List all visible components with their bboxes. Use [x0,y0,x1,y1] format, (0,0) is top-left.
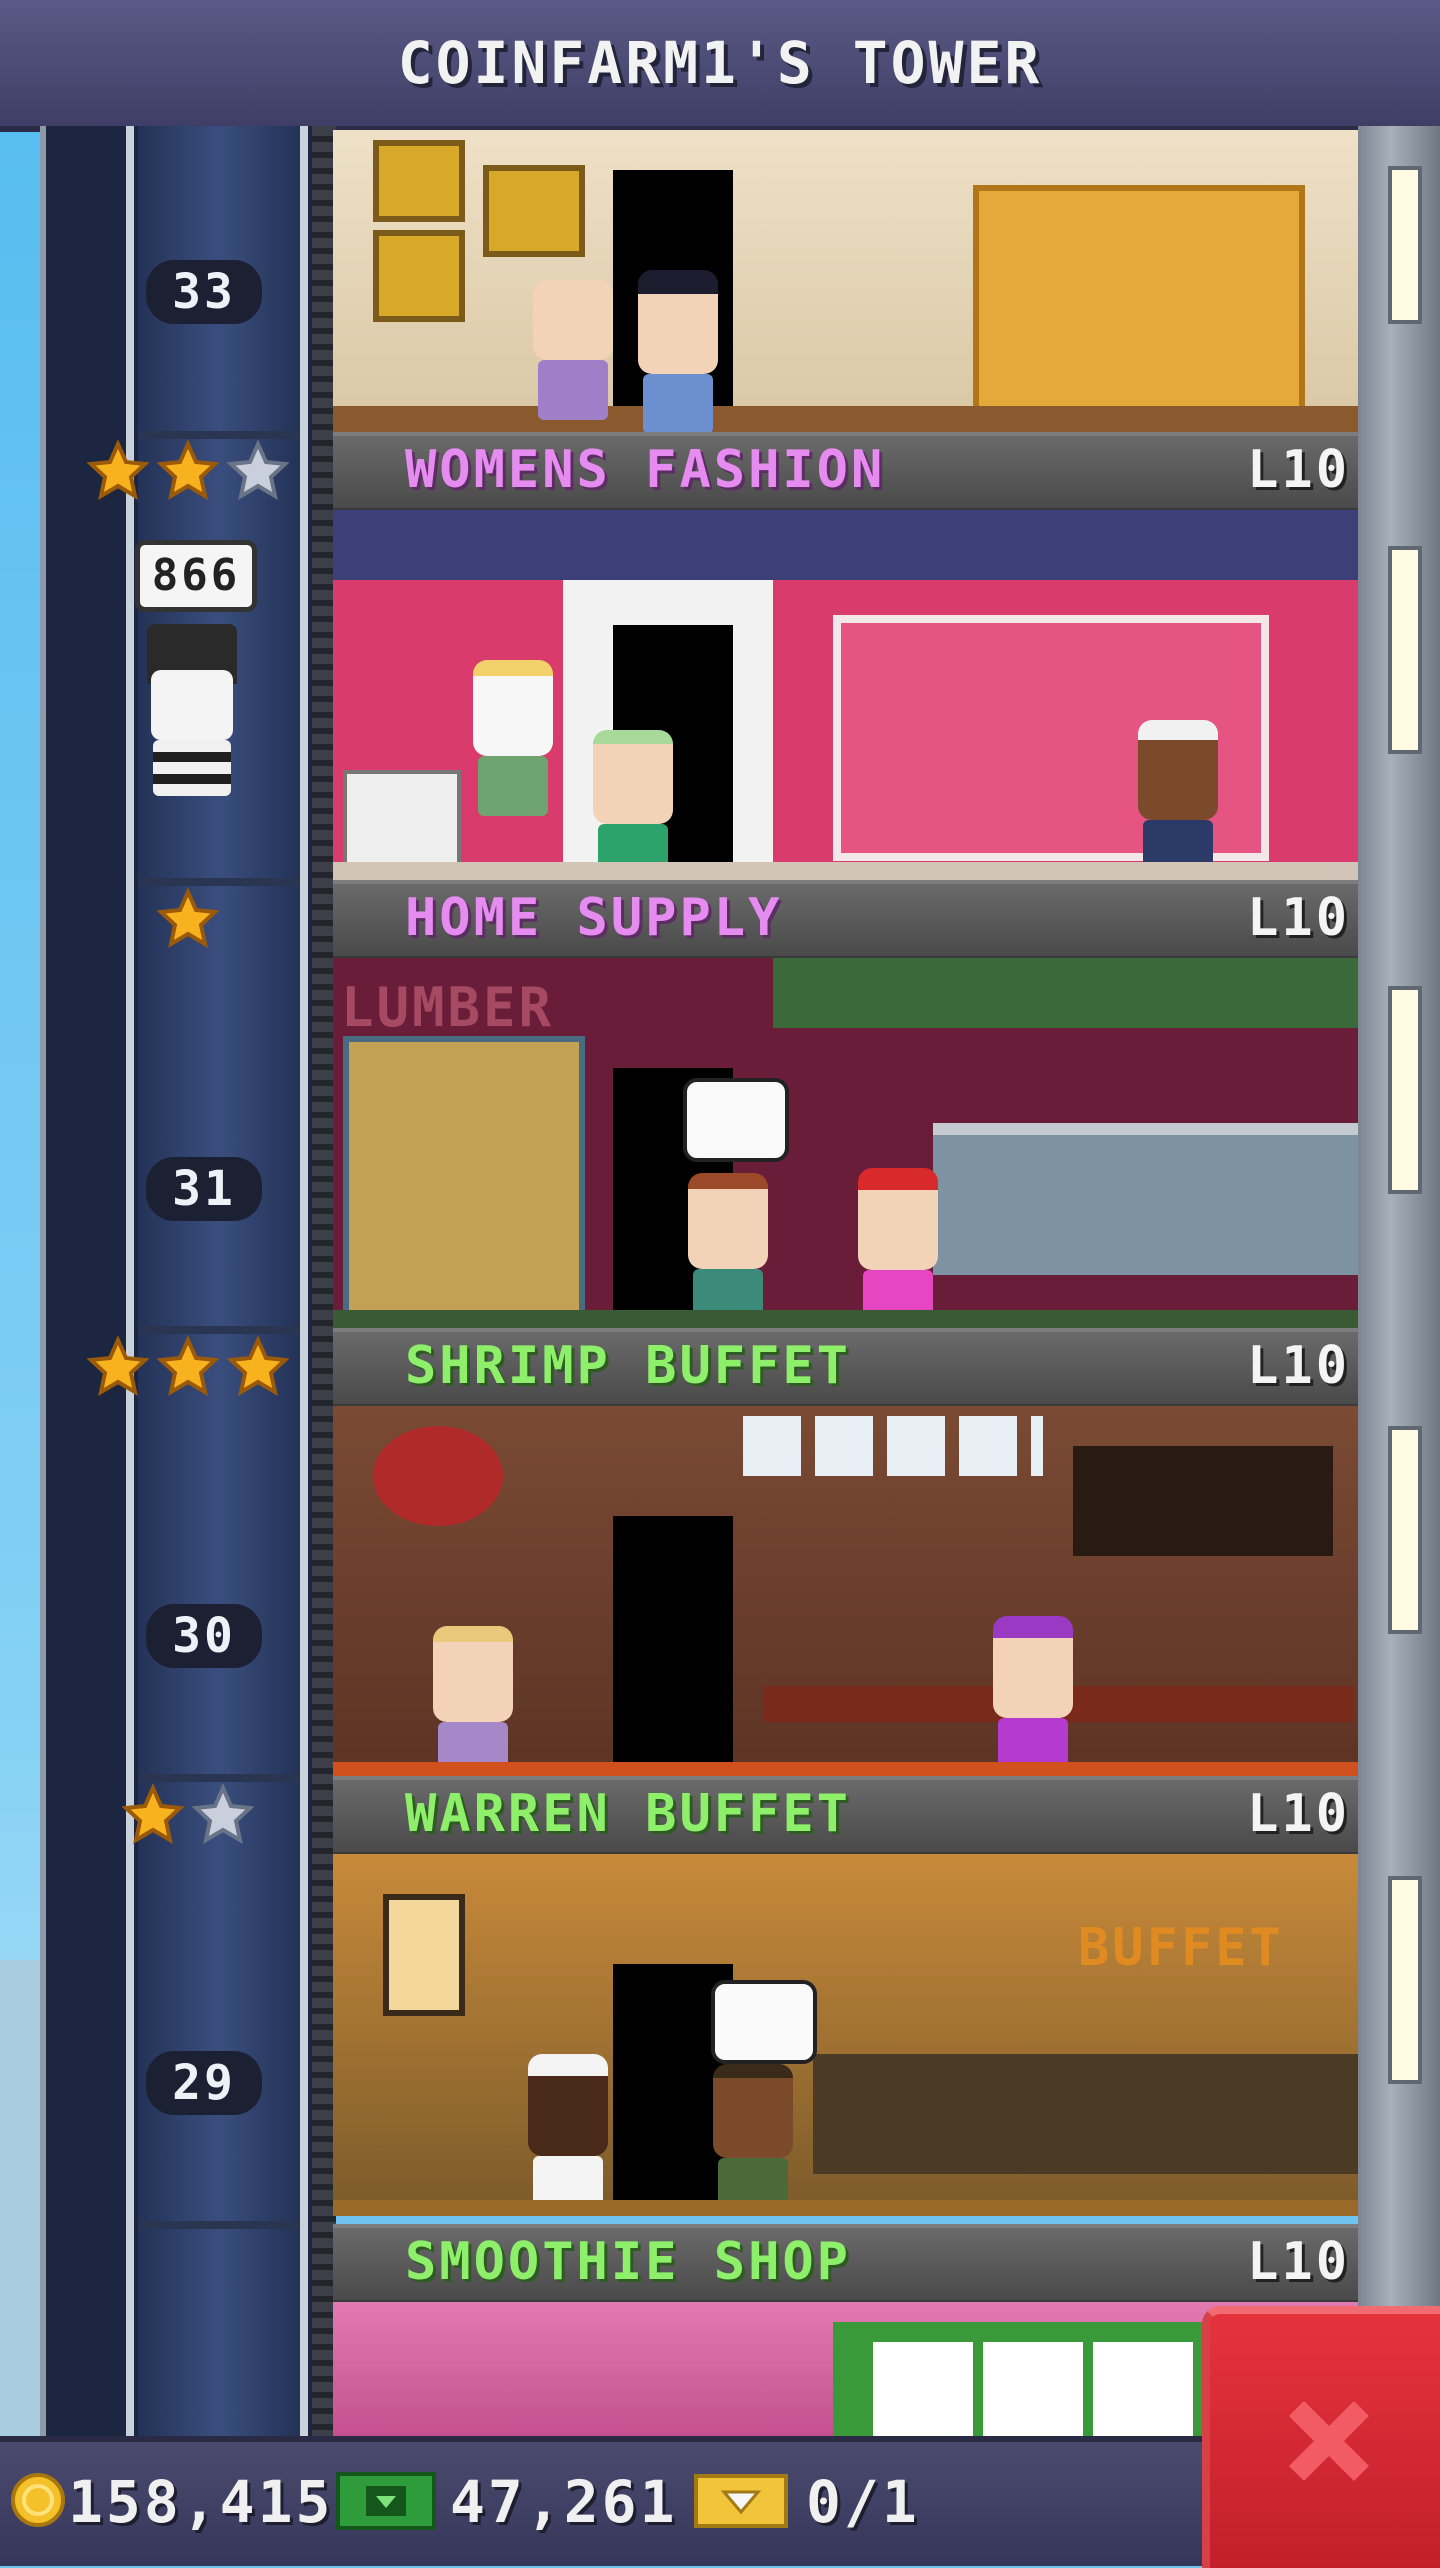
floor-name: SHRIMP BUFFET [405,1336,851,1396]
framed-bag-display [483,165,585,257]
display-table [343,770,461,868]
floor-number-30: 30 [146,1604,262,1668]
bag-shelf [973,185,1305,432]
city-skyline [0,1960,40,2480]
floor-divider [138,431,300,439]
menu-card [983,2342,1083,2436]
wall-window [1388,546,1422,754]
lumber-sign: LUMBER [341,976,555,1039]
golden-ticket-icon[interactable] [694,2468,788,2532]
room-home-supply[interactable] [333,510,1358,882]
speech-bubble-bowl-icon [711,1980,817,2064]
floor-level: L10 [1247,1336,1350,1396]
green-bux-icon[interactable] [336,2468,436,2532]
bitizen-worker[interactable] [858,1168,938,1330]
gold-star-icon [156,439,220,502]
buffet-sign: BUFFET [1078,1918,1284,1978]
floor-number-31: 31 [146,1157,262,1221]
gold-star-icon [86,439,150,502]
floor-label-warren-buffet[interactable]: WARREN BUFFET L10 [333,1776,1358,1858]
room-warren-buffet[interactable]: BUFFET [333,1854,1358,2216]
bitizen-chef[interactable] [993,1616,1073,1778]
floor-label-shrimp-buffet[interactable]: SHRIMP BUFFET L10 [333,1328,1358,1410]
framed-bag-display [373,140,465,222]
mannequin [473,660,553,816]
room-lumber[interactable]: LUMBER [333,958,1358,1330]
tower-right-wall [1358,126,1440,2436]
menu-board [1073,1446,1333,1556]
gold-star-icon [226,1335,290,1398]
bitizen-security-guard[interactable] [638,270,718,432]
gold-star-icon [156,1335,220,1398]
bitizen-head [151,670,233,740]
floor-name: SMOOTHIE SHOP [405,2232,851,2292]
room-floor [333,862,1358,882]
bitizen-shopper[interactable] [533,280,613,420]
floor-level: L10 [1247,440,1350,500]
shrimp-decoration [373,1426,503,1526]
bitizen-striped-shirt [153,740,231,796]
buffet-table [813,2054,1358,2174]
wall-window [1388,166,1422,324]
floor-name: WOMENS FASHION [405,440,886,500]
room-floor [333,406,1358,432]
floor-divider [138,2221,300,2229]
floor-name: WARREN BUFFET [405,1784,851,1844]
bitizen-diner[interactable] [713,2064,793,2216]
bux-count: 47,261 [450,2468,678,2536]
room-shrimp-buffet[interactable] [333,1406,1358,1778]
ceiling-lights [333,510,1358,580]
floor-label-womens-fashion[interactable]: WOMENS FASHION L10 [333,432,1358,514]
tower-title-bar: COINFARM1'S TOWER [0,0,1440,132]
elevator-bitizen[interactable]: 866 [135,540,257,800]
room-floor [333,2200,1358,2216]
room-womens-fashion[interactable] [333,130,1358,432]
framed-bag-display [373,230,465,322]
bitizen-worker[interactable] [1138,720,1218,880]
silver-star-icon [191,1783,255,1846]
lumber-shelf [343,1036,585,1326]
tool-counter [933,1123,1358,1275]
close-button[interactable] [1202,2306,1440,2568]
gold-star-icon [156,887,220,950]
room-floor [333,1310,1358,1330]
wall-window [1388,986,1422,1194]
ticket-count: 0/1 [806,2468,920,2536]
floor-level: L10 [1247,888,1350,948]
floor-level: L10 [1247,2232,1350,2292]
floor-level: L10 [1247,1784,1350,1844]
bitizen-destination-sign: 866 [135,540,257,612]
floor-number-33: 33 [146,260,262,324]
floor-divider [138,878,300,886]
gold-coin-icon [11,2473,65,2527]
menu-card [873,2342,973,2436]
gold-star-icon [121,1783,185,1846]
plate-display [743,1416,1043,1476]
floor-number-29: 29 [146,2051,262,2115]
room-door [613,1516,733,1776]
speech-bubble-drill-icon [683,1078,789,1162]
floor-label-home-supply[interactable]: HOME SUPPLY L10 [333,880,1358,962]
bitizen-chef[interactable] [528,2054,608,2216]
floor-divider [138,1774,300,1782]
bitizen-shopper[interactable] [593,730,673,882]
bitizen-shopper[interactable] [688,1173,768,1329]
floor-divider [138,1326,300,1334]
hanging-lantern [383,1894,465,2016]
wall-window [1388,1876,1422,2084]
floor-label-smoothie-shop[interactable]: SMOOTHIE SHOP L10 [333,2224,1358,2306]
gold-star-icon [86,1335,150,1398]
bitizen-diner[interactable] [433,1626,513,1778]
floor-name: HOME SUPPLY [405,888,783,948]
silver-star-icon [226,439,290,502]
wall-window [1388,1426,1422,1634]
elevator-rail-right [300,126,308,2436]
menu-card [1093,2342,1193,2436]
ceiling-rail [773,958,1358,1028]
close-x-icon [1289,2401,1369,2481]
tower-title: COINFARM1'S TOWER [397,29,1043,97]
coin-count: 158,415 [68,2468,334,2536]
